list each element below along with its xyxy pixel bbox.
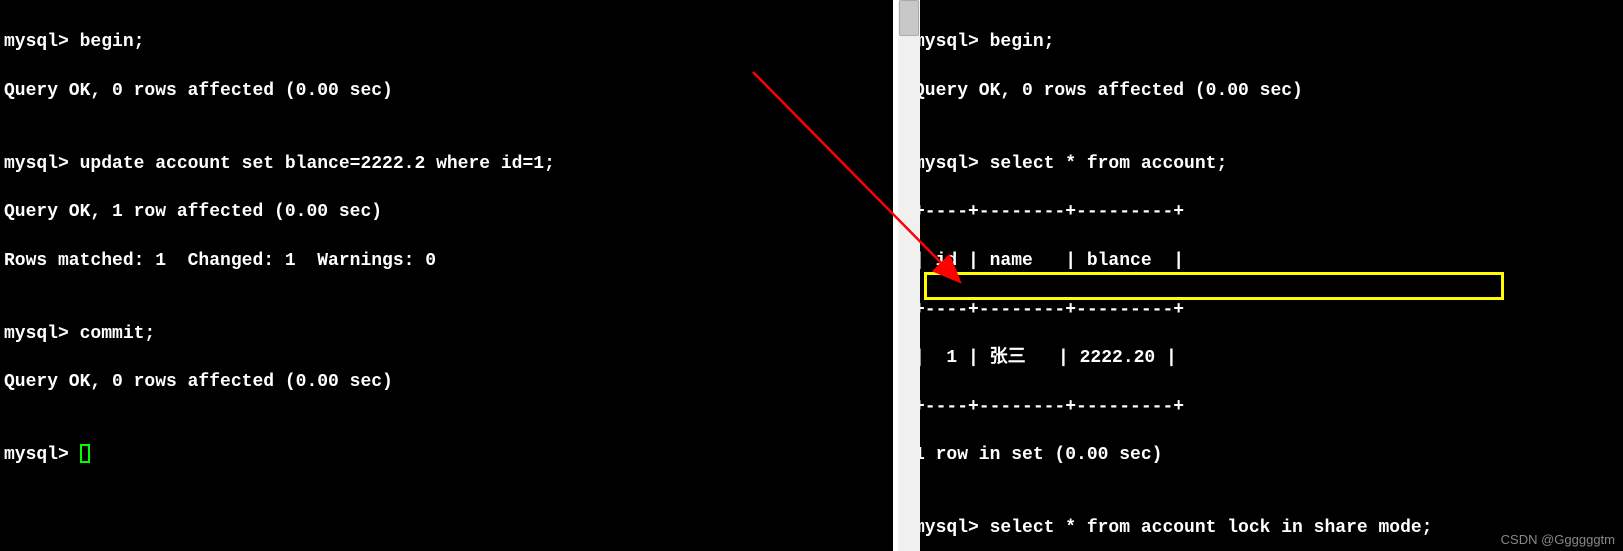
- terminal-line: +----+--------+---------+: [914, 200, 1619, 224]
- terminal-line: Query OK, 0 rows affected (0.00 sec): [4, 79, 889, 103]
- terminal-line: | id | name | blance |: [914, 249, 1619, 273]
- terminal-prompt: mysql>: [4, 445, 80, 465]
- terminal-line: mysql> begin;: [4, 30, 889, 54]
- terminal-split-container: mysql> begin; Query OK, 0 rows affected …: [0, 0, 1623, 551]
- cursor-icon: [80, 444, 90, 463]
- scrollbar-vertical[interactable]: [898, 0, 920, 551]
- terminal-line: mysql> commit;: [4, 322, 889, 346]
- terminal-line: mysql> select * from account;: [914, 152, 1619, 176]
- terminal-line: +----+--------+---------+: [914, 298, 1619, 322]
- terminal-prompt-line: mysql>: [4, 443, 889, 467]
- terminal-line: Query OK, 0 rows affected (0.00 sec): [4, 370, 889, 394]
- terminal-line: 1 row in set (0.00 sec): [914, 443, 1619, 467]
- watermark-text: CSDN @Ggggggtm: [1501, 532, 1615, 547]
- terminal-line: +----+--------+---------+: [914, 395, 1619, 419]
- terminal-right-pane[interactable]: mysql> begin; Query OK, 0 rows affected …: [906, 0, 1623, 551]
- scrollbar-thumb[interactable]: [899, 0, 919, 36]
- terminal-line: mysql> update account set blance=2222.2 …: [4, 152, 889, 176]
- terminal-left-pane[interactable]: mysql> begin; Query OK, 0 rows affected …: [0, 0, 898, 551]
- terminal-line: Rows matched: 1 Changed: 1 Warnings: 0: [4, 249, 889, 273]
- terminal-line: Query OK, 0 rows affected (0.00 sec): [914, 79, 1619, 103]
- terminal-line: Query OK, 1 row affected (0.00 sec): [4, 200, 889, 224]
- terminal-line: | 1 | 张三 | 2222.20 |: [914, 346, 1619, 370]
- terminal-line: mysql> begin;: [914, 30, 1619, 54]
